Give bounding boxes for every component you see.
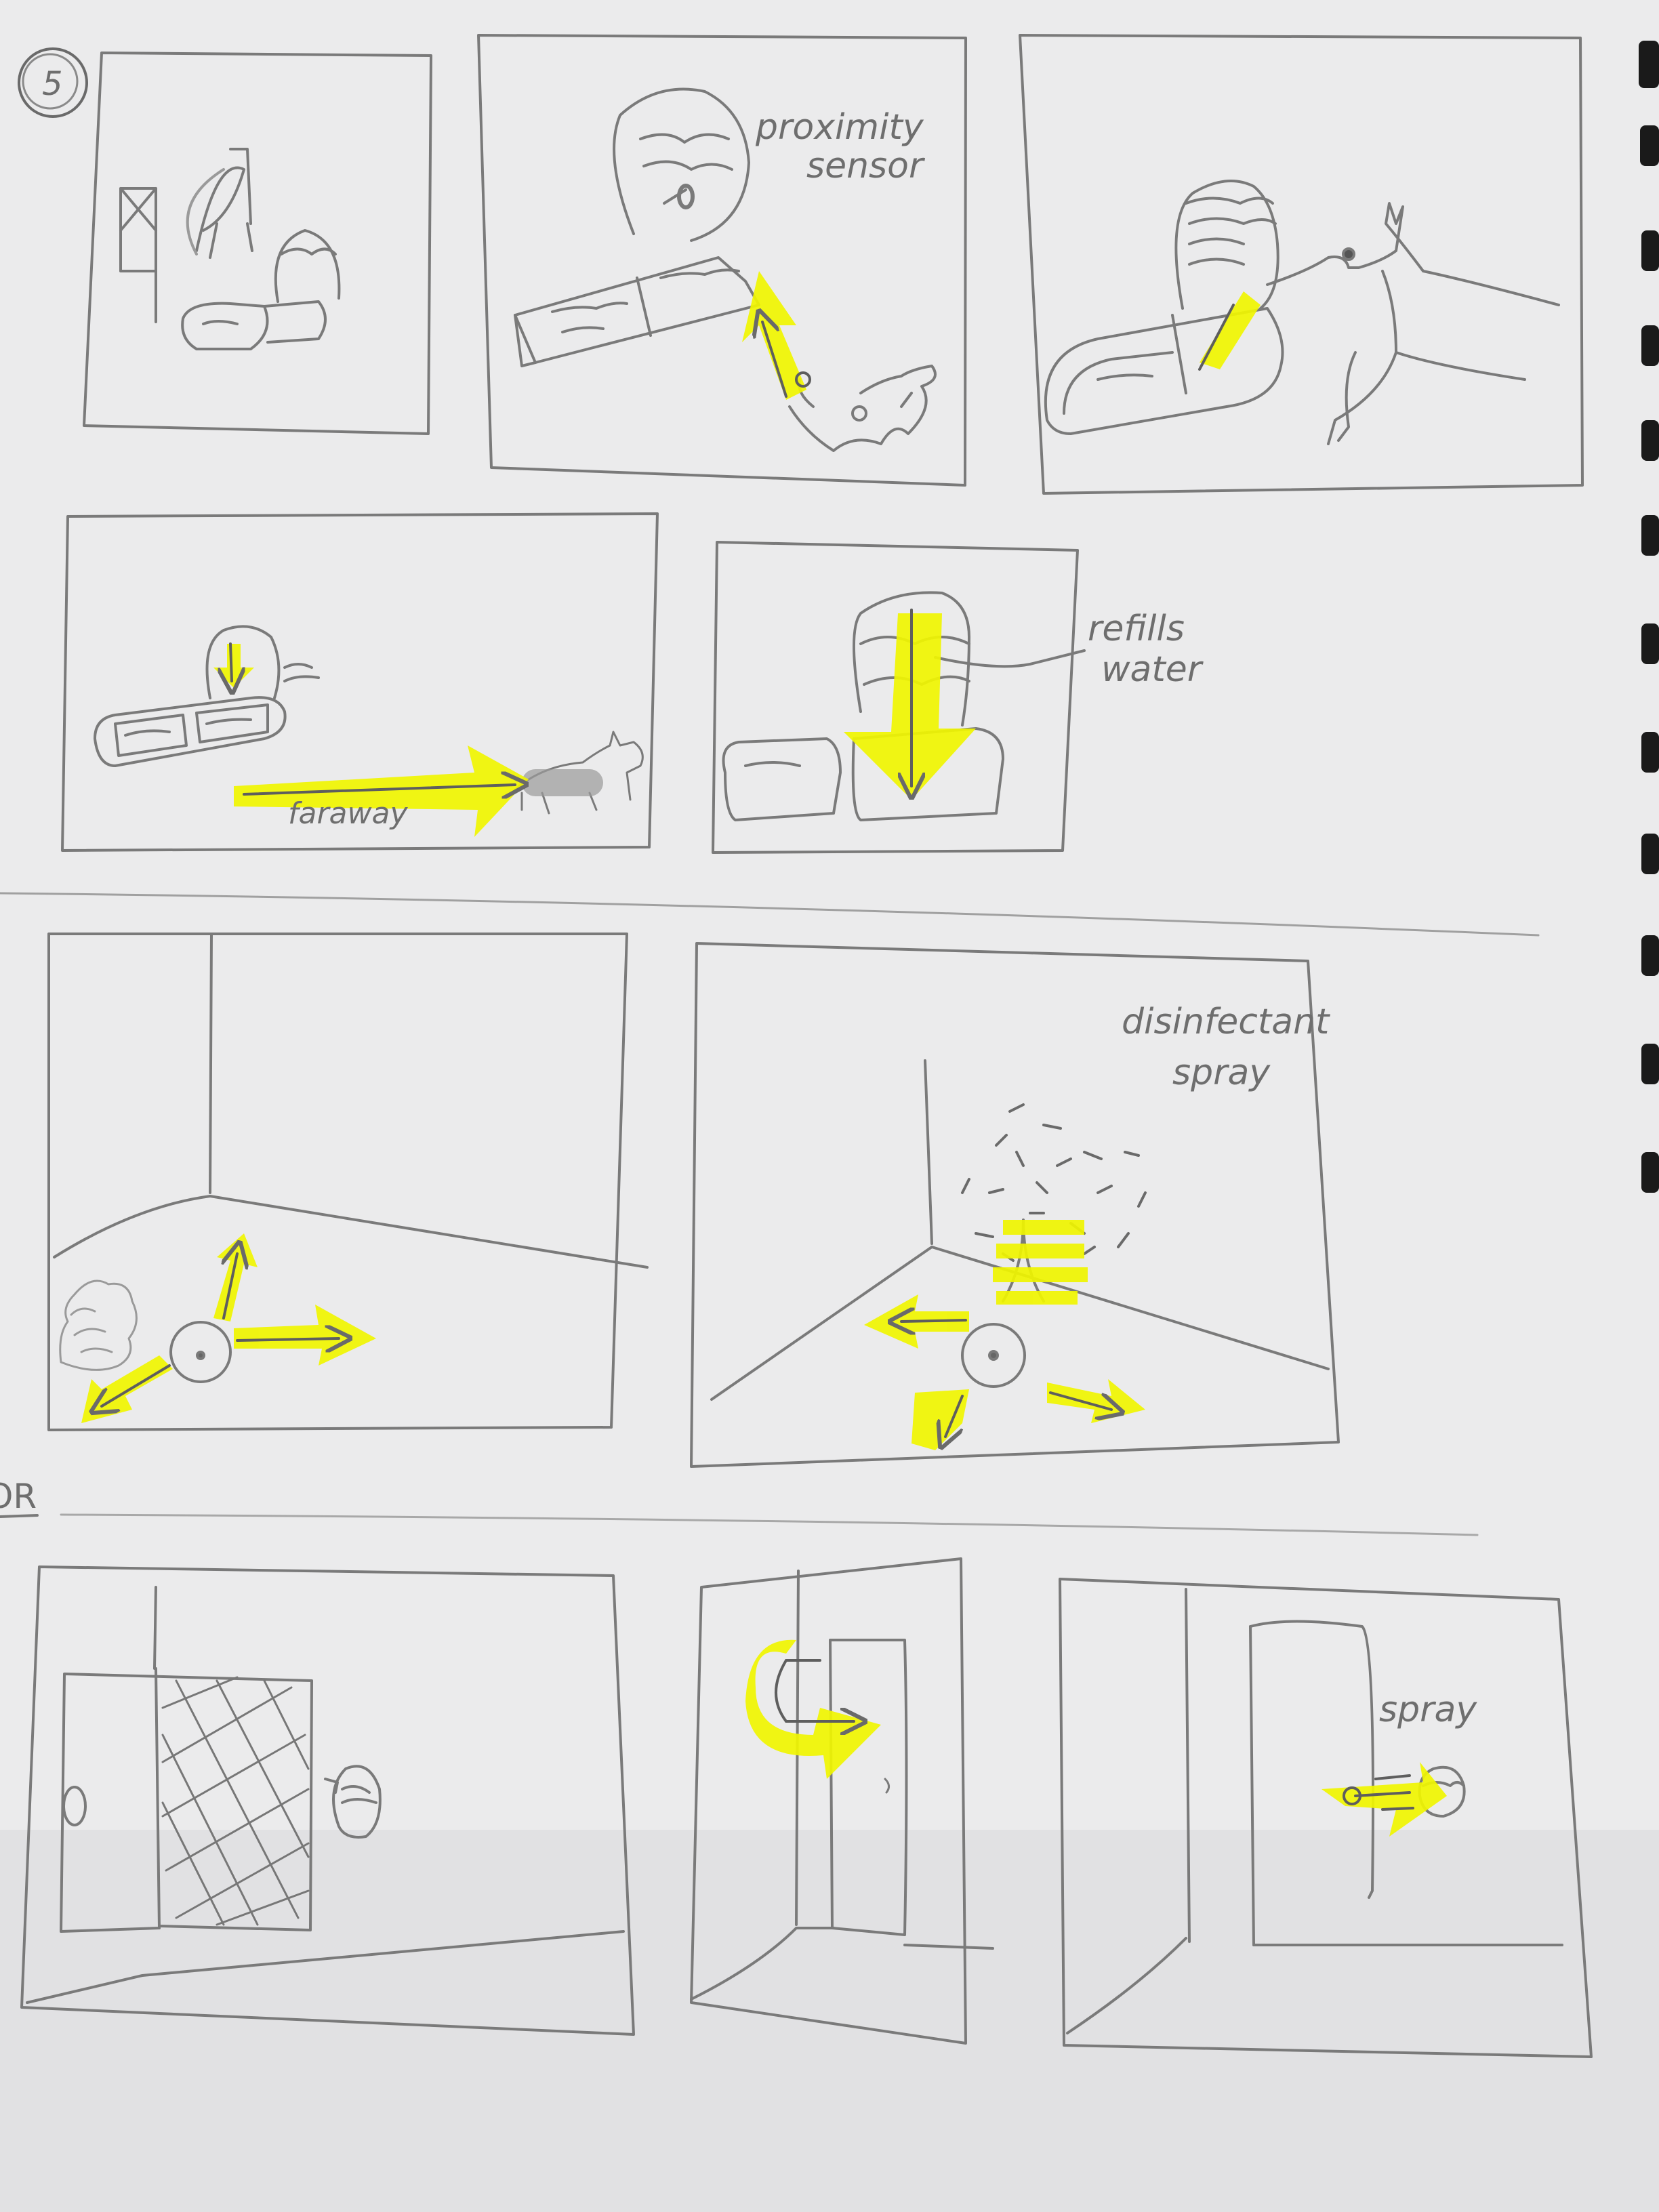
disinfectant-label-2: spray xyxy=(1172,1052,1271,1093)
binding-hole-icon xyxy=(1639,41,1659,88)
binding-hole-icon xyxy=(1641,515,1659,556)
binding-hole-icon xyxy=(1641,732,1659,773)
binding-hole-icon xyxy=(1641,1152,1659,1193)
door-spray-label: spray xyxy=(1379,1689,1477,1730)
faraway-label: faraway xyxy=(288,796,408,831)
disinfectant-label-1: disinfectant xyxy=(1122,1002,1330,1042)
proximity-sensor-label-1: proximity xyxy=(755,107,924,148)
spray-bar xyxy=(1003,1220,1084,1235)
binding-hole-icon xyxy=(1640,125,1659,166)
spray-bar xyxy=(996,1244,1084,1258)
binding-hole-icon xyxy=(1641,935,1659,976)
storyboard-sheet: 5 proximity sensor refills water faraway… xyxy=(0,0,1659,2212)
section-or-label: OR xyxy=(0,1477,37,1516)
binding-hole-icon xyxy=(1641,325,1659,366)
scene-number: 5 xyxy=(42,65,63,103)
spray-bar xyxy=(993,1267,1088,1282)
spray-bar xyxy=(996,1291,1078,1305)
paper-shadow xyxy=(0,1830,1659,2212)
binding-hole-icon xyxy=(1641,1044,1659,1084)
binding-hole-icon xyxy=(1641,420,1659,461)
refills-water-label-2: water xyxy=(1101,649,1204,690)
binding-hole-icon xyxy=(1641,834,1659,874)
proximity-sensor-label-2: sensor xyxy=(806,146,926,186)
binding-hole-icon xyxy=(1641,230,1659,271)
refills-water-label-1: refills xyxy=(1088,609,1185,649)
binding-hole-icon xyxy=(1641,623,1659,664)
